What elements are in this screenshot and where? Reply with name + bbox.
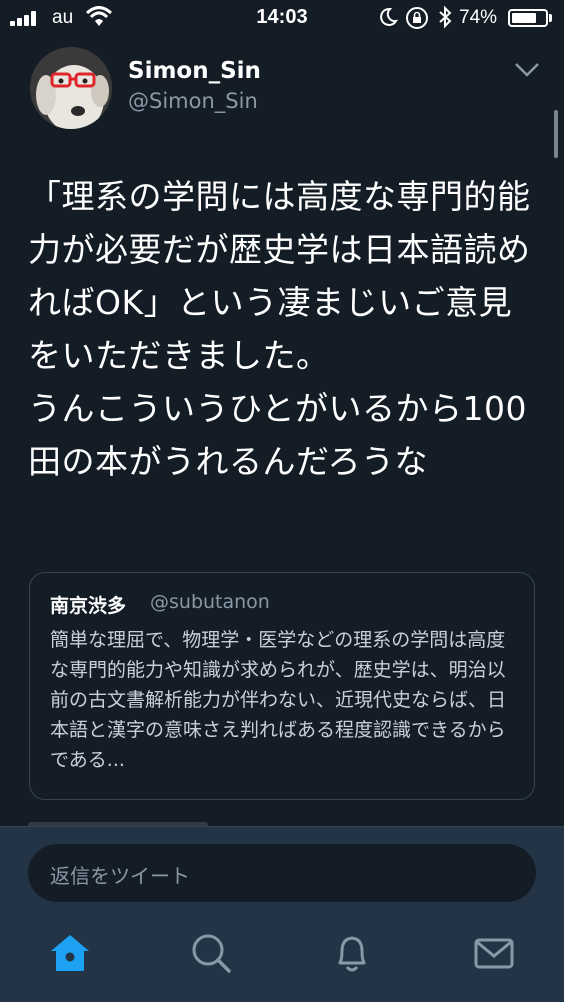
- search-icon: [192, 934, 231, 973]
- quoted-author-name: 南京渋多: [50, 595, 127, 617]
- rotation-lock-icon: [405, 6, 429, 36]
- bluetooth-icon: [437, 5, 453, 35]
- reply-placeholder: 返信をツイート: [50, 864, 190, 888]
- bottom-bar: 返信をツイート: [0, 826, 564, 1002]
- tab-home[interactable]: [48, 931, 92, 975]
- scrollbar[interactable]: [554, 110, 558, 158]
- quoted-tweet-card[interactable]: 南京渋多 @subutanon 簡単な理屈で、物理学・医学などの理系の学問は高度…: [29, 572, 535, 800]
- battery-icon: [508, 9, 548, 27]
- quoted-tweet-text: 簡単な理屈で、物理学・医学などの理系の学問は高度な専門的能力や知識が求められが、…: [50, 629, 507, 771]
- tweet-text: 「理系の学問には高度な専門的能力が必要だが歴史学は日本語読めればOK」という凄ま…: [28, 177, 531, 481]
- chevron-down-icon[interactable]: [514, 62, 540, 82]
- home-icon: [51, 935, 89, 971]
- avatar[interactable]: [30, 47, 112, 129]
- quoted-author-handle: @subutanon: [150, 591, 270, 613]
- status-bar: au 14:03 74%: [0, 0, 564, 36]
- author-handle[interactable]: @Simon_Sin: [128, 89, 258, 113]
- dog-avatar-icon: [30, 47, 112, 129]
- mail-icon: [474, 938, 514, 969]
- tab-messages[interactable]: [472, 931, 516, 975]
- bell-icon: [338, 936, 366, 972]
- tab-search[interactable]: [189, 931, 233, 975]
- battery-percent: 74%: [459, 7, 498, 28]
- author-name[interactable]: Simon_Sin: [128, 58, 261, 84]
- do-not-disturb-icon: [378, 6, 398, 34]
- reply-input[interactable]: 返信をツイート: [28, 844, 536, 902]
- battery-nub: [549, 14, 552, 22]
- tab-notifications[interactable]: [330, 931, 374, 975]
